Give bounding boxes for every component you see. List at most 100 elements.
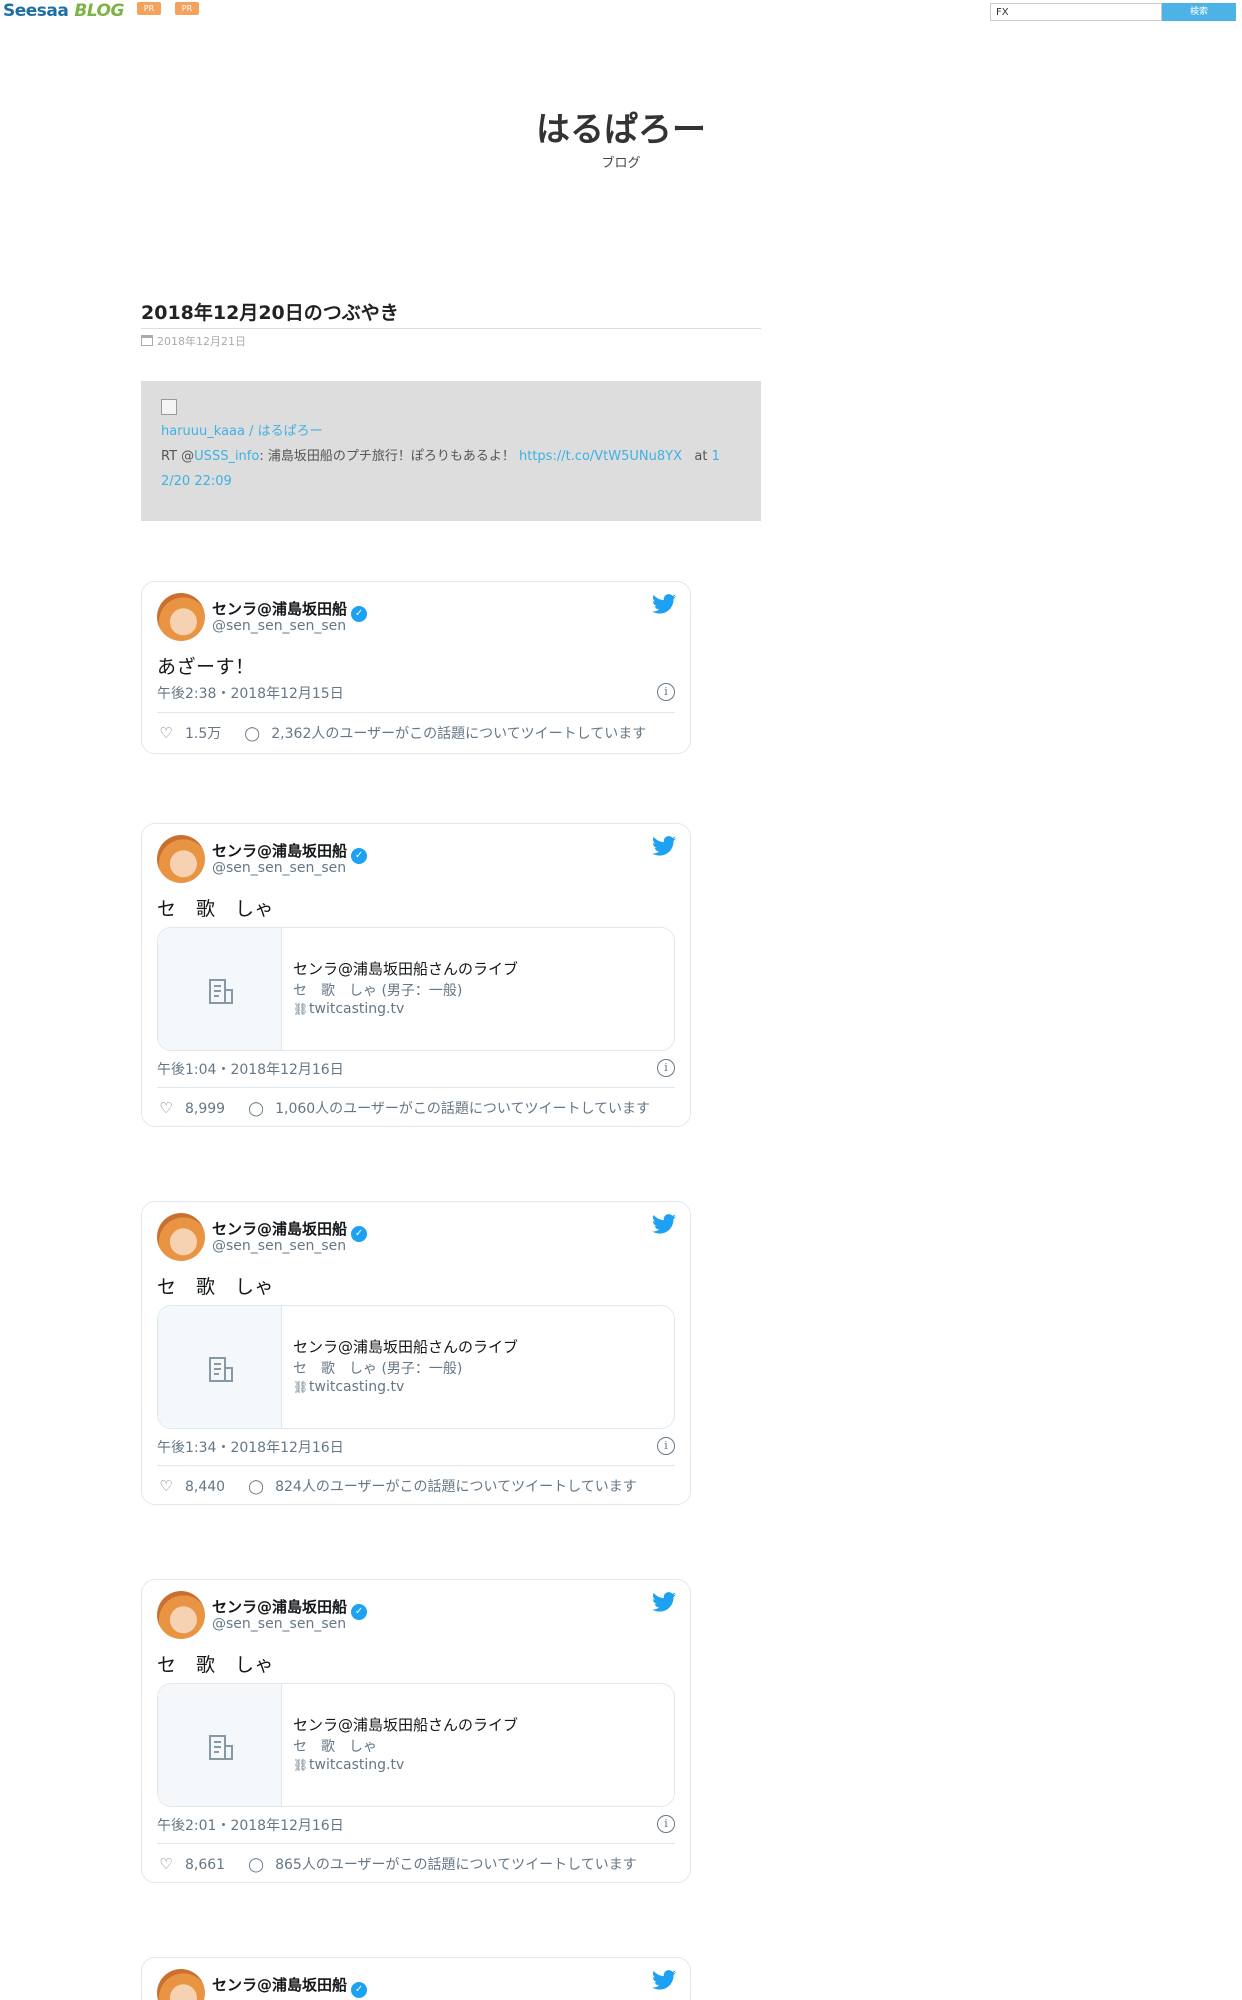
info-icon[interactable]: i <box>657 683 675 701</box>
twitter-bird-icon[interactable] <box>652 1970 676 1990</box>
tweet-activity-text[interactable]: 1,060人のユーザーがこの話題についてツイートしています <box>275 1101 650 1117</box>
rt-at-label: at <box>694 449 708 464</box>
logo-seesaa-text: Seesaa <box>3 1 69 21</box>
tweet-timestamp[interactable]: 午後2:01・2018年12月16日 <box>157 1815 344 1835</box>
tweet-actions: ♡ 8,661 ◯ 865人のユーザーがこの話題についてツイートしています <box>157 1854 637 1874</box>
embedded-tweet[interactable]: センラ@浦島坂田船 ✓ @sen_sen_sen_sen セ 歌 しゃ センラ@浦… <box>141 823 691 1127</box>
tweet-handle[interactable]: @sen_sen_sen_sen <box>212 860 346 876</box>
title-divider <box>141 328 761 329</box>
rt-mention-link[interactable]: USSS_info <box>194 449 259 464</box>
speech-bubble-icon[interactable]: ◯ <box>247 1101 265 1117</box>
heart-icon[interactable]: ♡ <box>157 1477 175 1495</box>
tweet-actions: ♡ 1.5万 ◯ 2,362人のユーザーがこの話題についてツイートしています <box>157 723 646 743</box>
avatar[interactable] <box>157 1213 205 1261</box>
top-bar: SeesaaBLOG PR PR 検索 <box>0 0 1242 26</box>
tweet-timestamp[interactable]: 午後1:34・2018年12月16日 <box>157 1437 344 1457</box>
like-count[interactable]: 8,661 <box>185 1857 225 1873</box>
rt-text: : 浦島坂田船のプチ旅行！ぽろりもあるよ！ <box>259 449 519 464</box>
twitter-bird-icon[interactable] <box>652 836 676 856</box>
link-chain-icon: ⛓ <box>293 1758 309 1772</box>
verified-check-icon: ✓ <box>351 606 368 622</box>
info-icon[interactable]: i <box>657 1437 675 1455</box>
card-title: センラ@浦島坂田船さんのライブ <box>293 1338 519 1356</box>
rt-time-link[interactable]: 2/20 22:09 <box>161 474 232 489</box>
verified-check-icon: ✓ <box>351 1226 368 1242</box>
article-title[interactable]: 2018年12月20日のつぶやき <box>141 298 399 325</box>
verified-check-icon: ✓ <box>351 848 368 864</box>
avatar[interactable] <box>157 1591 205 1639</box>
tweet-handle[interactable]: @sen_sen_sen_sen <box>212 1238 346 1254</box>
tweet-divider <box>157 712 675 713</box>
twitter-bird-icon[interactable] <box>652 1592 676 1612</box>
verified-check-icon: ✓ <box>351 1604 368 1620</box>
tweet-author-name: センラ@浦島坂田船 <box>212 842 348 860</box>
speech-bubble-icon[interactable]: ◯ <box>247 1479 265 1495</box>
tweet-text: セ 歌 しゃ <box>157 1654 275 1676</box>
document-icon <box>209 979 233 1004</box>
link-card[interactable]: センラ@浦島坂田船さんのライブ セ 歌 しゃ ⛓twitcasting.tv <box>157 1683 675 1807</box>
like-count[interactable]: 8,999 <box>185 1101 225 1117</box>
embedded-tweet[interactable]: センラ@浦島坂田船 ✓ @sen_sen_sen_sen セ 歌 しゃ センラ@浦… <box>141 1579 691 1883</box>
logo-blog-text: BLOG <box>74 1 124 21</box>
seesaa-blog-logo[interactable]: Seesaa BLOG <box>3 1 124 21</box>
speech-bubble-icon[interactable]: ◯ <box>243 726 261 742</box>
info-icon[interactable]: i <box>657 1059 675 1077</box>
card-title: センラ@浦島坂田船さんのライブ <box>293 1716 519 1734</box>
card-title: センラ@浦島坂田船さんのライブ <box>293 960 519 978</box>
embedded-tweet[interactable]: センラ@浦島坂田船 ✓ @sen_sen_sen_sen セ 歌 しゃ センラ@浦… <box>141 1201 691 1505</box>
card-url-text: twitcasting.tv <box>309 1757 405 1773</box>
verified-check-icon: ✓ <box>351 1982 368 1998</box>
rt-url-link[interactable]: https://t.co/VtW5UNu8YX <box>519 449 682 464</box>
tweet-actions: ♡ 8,440 ◯ 824人のユーザーがこの話題についてツイートしています <box>157 1476 637 1496</box>
tweet-activity-text[interactable]: 865人のユーザーがこの話題についてツイートしています <box>275 1857 637 1873</box>
tweet-divider <box>157 1843 675 1844</box>
card-description: セ 歌 しゃ (男子：一般) <box>293 1361 463 1377</box>
card-url: ⛓twitcasting.tv <box>293 1379 404 1395</box>
speech-bubble-icon[interactable]: ◯ <box>247 1857 265 1873</box>
search-input[interactable] <box>990 3 1162 21</box>
like-count[interactable]: 1.5万 <box>185 726 221 742</box>
tweet-activity-text[interactable]: 824人のユーザーがこの話題についてツイートしています <box>275 1479 637 1495</box>
card-thumbnail <box>158 1684 282 1806</box>
calendar-icon <box>141 335 153 346</box>
document-icon <box>209 1735 233 1760</box>
rt-user-link[interactable]: haruuu_kaaa / はるぱろー <box>161 424 323 439</box>
info-icon[interactable]: i <box>657 1815 675 1833</box>
avatar[interactable] <box>157 1969 205 2000</box>
twitter-bird-icon[interactable] <box>652 594 676 614</box>
avatar[interactable] <box>157 835 205 883</box>
link-card[interactable]: センラ@浦島坂田船さんのライブ セ 歌 しゃ (男子：一般) ⛓twitcast… <box>157 927 675 1051</box>
card-thumbnail <box>158 1306 282 1428</box>
heart-icon[interactable]: ♡ <box>157 1855 175 1873</box>
rt-prefix: RT @ <box>161 449 195 464</box>
card-url-text: twitcasting.tv <box>309 1001 405 1017</box>
tweet-timestamp[interactable]: 午後2:38・2018年12月15日 <box>157 683 344 703</box>
tweet-author[interactable]: センラ@浦島坂田船 ✓ <box>212 1974 368 1998</box>
tweet-handle[interactable]: @sen_sen_sen_sen <box>212 1616 346 1632</box>
blog-title[interactable]: はるぱろー <box>0 102 1242 151</box>
link-card[interactable]: センラ@浦島坂田船さんのライブ セ 歌 しゃ (男子：一般) ⛓twitcast… <box>157 1305 675 1429</box>
embedded-tweet[interactable]: センラ@浦島坂田船 ✓ @sen_sen_sen_sen あざーす！ 午後2:38… <box>141 581 691 754</box>
heart-icon[interactable]: ♡ <box>157 724 175 742</box>
like-count[interactable]: 8,440 <box>185 1479 225 1495</box>
embedded-tweet[interactable]: センラ@浦島坂田船 ✓ <box>141 1957 691 2000</box>
pr-badge[interactable]: PR <box>175 2 199 15</box>
article-date-text: 2018年12月21日 <box>157 335 246 348</box>
twitter-bird-icon[interactable] <box>652 1214 676 1234</box>
retweet-box: haruuu_kaaa / はるぱろー RT @USSS_info: 浦島坂田船… <box>141 381 761 521</box>
avatar[interactable] <box>157 593 205 641</box>
search-button[interactable]: 検索 <box>1162 3 1236 21</box>
card-description: セ 歌 しゃ (男子：一般) <box>293 983 463 999</box>
pr-badge[interactable]: PR <box>137 2 161 15</box>
tweet-divider <box>157 1465 675 1466</box>
link-chain-icon: ⛓ <box>293 1002 309 1016</box>
article-date: 2018年12月21日 <box>141 333 246 349</box>
link-chain-icon: ⛓ <box>293 1380 309 1394</box>
rt-time-link[interactable]: 1 <box>712 449 720 464</box>
heart-icon[interactable]: ♡ <box>157 1099 175 1117</box>
tweet-handle[interactable]: @sen_sen_sen_sen <box>212 618 346 634</box>
tweet-actions: ♡ 8,999 ◯ 1,060人のユーザーがこの話題についてツイートしています <box>157 1098 650 1118</box>
tweet-timestamp[interactable]: 午後1:04・2018年12月16日 <box>157 1059 344 1079</box>
tweet-text: セ 歌 しゃ <box>157 1276 275 1298</box>
tweet-activity-text[interactable]: 2,362人のユーザーがこの話題についてツイートしています <box>271 726 646 742</box>
